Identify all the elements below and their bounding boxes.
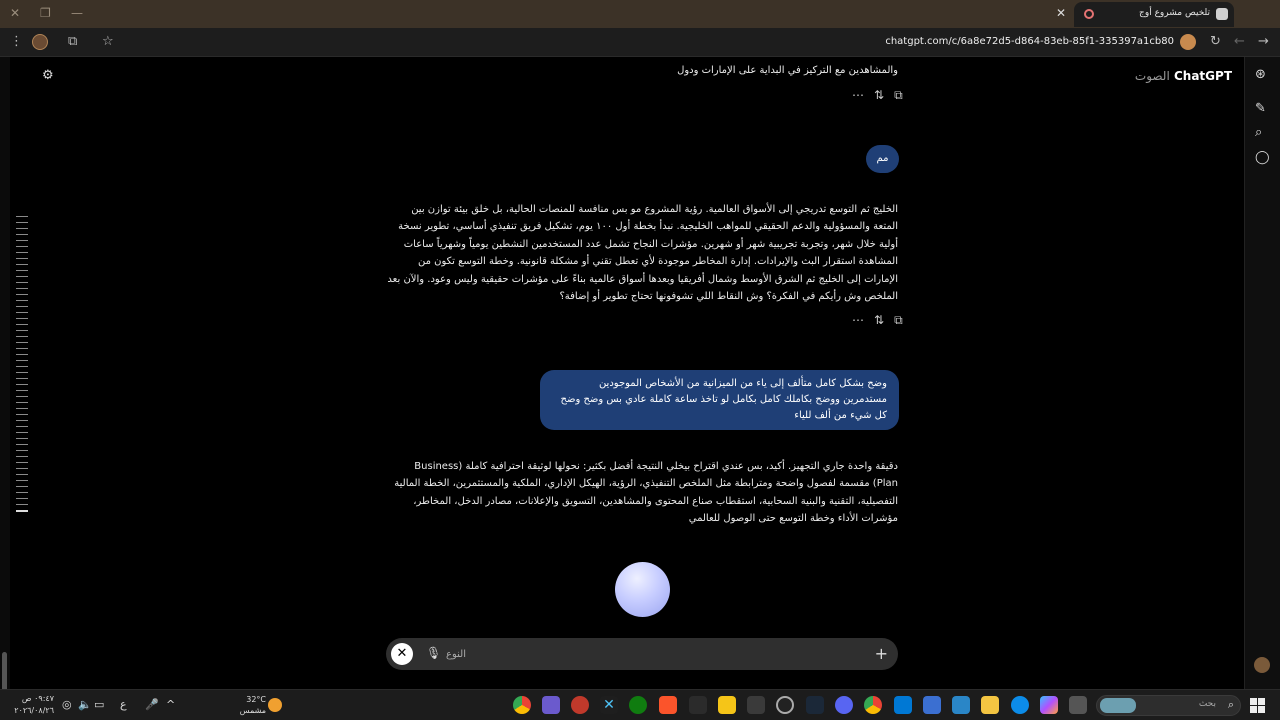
chat-bubble-icon[interactable]: ◯ xyxy=(1255,150,1270,165)
assistant-message: الخليج ثم التوسع تدريجي إلى الأسواق العا… xyxy=(387,204,898,303)
back-icon[interactable]: → xyxy=(1258,34,1269,49)
copy-icon[interactable]: ⧉ xyxy=(894,313,903,327)
app-blue-icon[interactable] xyxy=(952,696,970,714)
windows-start-icon[interactable] xyxy=(1250,698,1265,713)
discord-icon[interactable] xyxy=(835,696,853,714)
app-red-icon[interactable] xyxy=(571,696,589,714)
openai-logo-icon[interactable]: ⊛ xyxy=(1255,67,1266,82)
sun-icon xyxy=(268,698,282,712)
user-message: وضح بشكل كامل متألف إلى ياء من الميزانية… xyxy=(540,370,899,430)
browser-tab[interactable]: تلخيص مشروع أوج ✕ xyxy=(1056,2,1234,27)
search-icon: ⌕ xyxy=(1227,698,1234,711)
mail-icon[interactable] xyxy=(894,696,912,714)
window-close-icon[interactable]: ✕ xyxy=(10,6,20,20)
profile-icon[interactable] xyxy=(1180,34,1196,50)
voice-settings-icon[interactable]: ⚙ xyxy=(42,68,54,83)
app-subtitle: الصوت xyxy=(1134,69,1170,83)
assistant-message: والمشاهدين مع التركيز في البداية على الإ… xyxy=(677,65,898,76)
brave-icon[interactable] xyxy=(659,696,677,714)
task-view-icon[interactable] xyxy=(1069,696,1087,714)
chatgpt-favicon-icon xyxy=(1216,8,1228,20)
chatgpt-taskbar-icon[interactable] xyxy=(776,696,794,714)
user-avatar[interactable] xyxy=(1254,657,1270,673)
store-icon[interactable] xyxy=(923,696,941,714)
steam-icon[interactable] xyxy=(806,696,824,714)
reload-icon[interactable]: ↻ xyxy=(1210,34,1221,49)
network-icon[interactable]: ◎ xyxy=(62,698,72,711)
teams-icon[interactable] xyxy=(542,696,560,714)
tab-title: تلخيص مشروع أوج xyxy=(1139,8,1210,18)
search-placeholder: بحث xyxy=(1198,699,1216,709)
assistant-message: دقيقة واحدة جاري التجهيز. أكيد، بس عندي … xyxy=(394,461,898,525)
clock[interactable]: ٠٩:٤٧ ص ٢٠٢٦/٠٨/٢٦ xyxy=(10,693,54,717)
temperature: 32°C xyxy=(246,695,266,704)
window-minimize-icon[interactable]: — xyxy=(71,6,83,20)
app-title[interactable]: الصوت ChatGPT xyxy=(1135,69,1232,83)
mic-off-icon[interactable]: 🎙 xyxy=(426,646,441,660)
app-dark-icon[interactable] xyxy=(747,696,765,714)
browser-toolbar: ⋮ ⧉ ☆ chatgpt.com/c/6a8e72d5-d864-83eb-8… xyxy=(0,28,1280,57)
rockstar-icon[interactable] xyxy=(718,696,736,714)
date: ٢٠٢٦/٠٨/٢٦ xyxy=(14,706,54,715)
search-icon[interactable]: ⌕ xyxy=(1255,125,1262,140)
copilot-icon[interactable] xyxy=(1040,696,1058,714)
search-highlight-icon xyxy=(1100,698,1136,713)
audio-recording-icon[interactable] xyxy=(1084,9,1094,19)
conversation-minimap[interactable] xyxy=(16,216,28,517)
composer: ✕ 🎙 + xyxy=(386,638,898,670)
message-actions: ⋯ ⇅ ⧉ xyxy=(842,313,903,328)
volume-icon[interactable]: 🔈 xyxy=(78,698,92,711)
taskbar-search[interactable]: بحث ⌕ xyxy=(1096,695,1241,716)
page-scrollbar[interactable] xyxy=(0,57,10,720)
sidebar-rail: ⊛ ✎ ⌕ ◯ xyxy=(1244,57,1280,689)
forward-icon[interactable]: ← xyxy=(1234,34,1245,49)
close-tab-icon[interactable]: ✕ xyxy=(1056,6,1066,20)
tray-chevron-icon[interactable]: ^ xyxy=(166,698,175,711)
copy-icon[interactable]: ⧉ xyxy=(894,88,903,102)
brand-name: ChatGPT xyxy=(1173,69,1232,83)
user-message: مم xyxy=(866,145,899,173)
weather-widget[interactable]: 32°C مشمس xyxy=(238,694,266,716)
battery-icon[interactable]: ▭ xyxy=(94,698,104,711)
input-language[interactable]: ع xyxy=(120,698,127,711)
microphone-icon[interactable]: 🎤 xyxy=(145,698,159,711)
address-bar[interactable]: chatgpt.com/c/6a8e72d5-d864-83eb-85f1-33… xyxy=(885,36,1174,47)
tab-strip: ✕ ❐ — + تلخيص مشروع أوج ✕ xyxy=(0,0,1280,28)
file-explorer-icon[interactable] xyxy=(981,696,999,714)
message-actions: ⋯ ⇅ ⧉ xyxy=(842,88,903,103)
x-icon[interactable]: ✕ xyxy=(600,696,618,714)
voice-orb xyxy=(615,562,670,617)
sound-icon[interactable]: ⇅ xyxy=(874,313,884,327)
chrome-alt-icon[interactable] xyxy=(864,696,882,714)
more-icon[interactable]: ⋯ xyxy=(852,88,864,102)
edge-icon[interactable] xyxy=(1011,696,1029,714)
epic-games-icon[interactable] xyxy=(689,696,707,714)
extensions-icon[interactable]: ⧉ xyxy=(68,34,77,49)
extension-avatar-icon[interactable] xyxy=(32,34,48,50)
more-icon[interactable]: ⋯ xyxy=(852,313,864,327)
window-restore-icon[interactable]: ❐ xyxy=(40,6,51,20)
chrome-icon[interactable] xyxy=(513,696,531,714)
message-input[interactable] xyxy=(446,638,826,670)
weather-condition: مشمس xyxy=(239,706,266,715)
add-attachment-button[interactable]: + xyxy=(875,644,888,663)
new-chat-icon[interactable]: ✎ xyxy=(1255,101,1266,116)
xbox-icon[interactable] xyxy=(629,696,647,714)
sound-icon[interactable]: ⇅ xyxy=(874,88,884,102)
menu-icon[interactable]: ⋮ xyxy=(10,34,23,49)
taskbar: ٠٩:٤٧ ص ٢٠٢٦/٠٨/٢٦ ◎ 🔈 ▭ ع 🎤 ^ 32°C مشمس… xyxy=(0,689,1280,720)
end-voice-button[interactable]: ✕ xyxy=(391,643,413,665)
time: ٠٩:٤٧ ص xyxy=(21,694,54,703)
star-icon[interactable]: ☆ xyxy=(102,34,114,49)
